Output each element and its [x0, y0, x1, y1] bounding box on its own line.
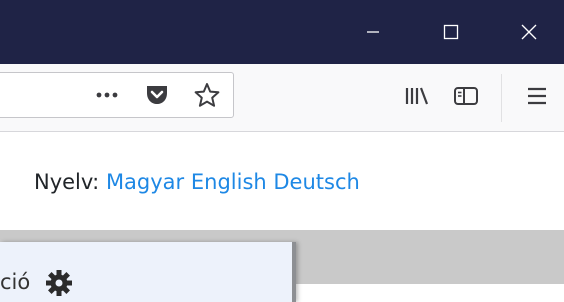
minimize-button[interactable] [350, 0, 396, 64]
ellipsis-icon [96, 92, 118, 98]
maximize-icon [443, 24, 459, 40]
language-selector: Nyelv: Magyar English Deutsch [34, 170, 360, 194]
language-link-magyar[interactable]: Magyar [106, 170, 184, 194]
language-label: Nyelv: [34, 170, 100, 194]
open-menu-button[interactable] [519, 78, 555, 114]
library-icon [405, 87, 429, 105]
pocket-icon [147, 86, 167, 104]
hamburger-menu-icon [528, 87, 546, 105]
page-content: Nyelv: Magyar English Deutsch ció [0, 132, 564, 302]
card-title-fragment: ció [0, 270, 31, 294]
page-actions-button[interactable] [91, 73, 123, 117]
library-button[interactable] [399, 78, 435, 114]
url-bar[interactable] [0, 72, 234, 118]
gear-icon[interactable] [44, 268, 74, 298]
close-button[interactable] [506, 0, 552, 64]
pocket-button[interactable] [141, 73, 173, 117]
language-link-english[interactable]: English [191, 170, 267, 194]
window-titlebar [0, 0, 564, 64]
minimize-icon [367, 31, 379, 33]
sidebar-button[interactable] [448, 78, 484, 114]
toolbar-separator [501, 74, 502, 122]
close-icon [521, 24, 537, 40]
settings-card: ció [0, 242, 296, 302]
maximize-button[interactable] [428, 0, 474, 64]
language-link-deutsch[interactable]: Deutsch [273, 170, 359, 194]
sidebar-icon [454, 87, 478, 105]
browser-toolbar [0, 64, 564, 132]
bookmark-button[interactable] [191, 73, 223, 117]
star-icon [194, 83, 220, 107]
